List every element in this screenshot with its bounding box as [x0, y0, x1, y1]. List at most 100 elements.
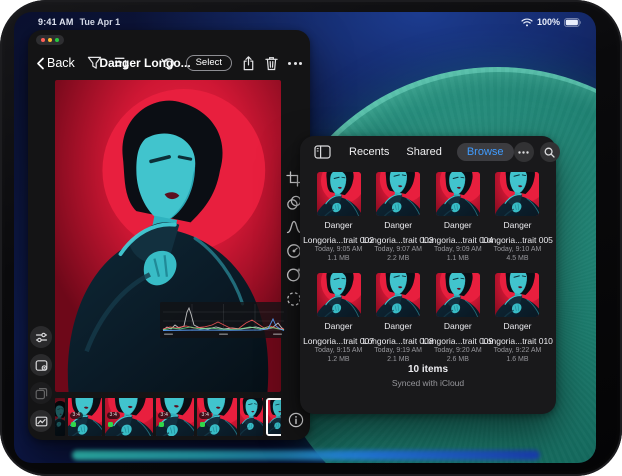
file-date: Today, 9:15 AM [315, 346, 363, 355]
frame-icon [35, 415, 48, 428]
export-preset-button[interactable] [30, 354, 52, 376]
library-button[interactable] [30, 410, 52, 432]
select-button[interactable]: Select [186, 55, 232, 71]
file-size: 2.2 MB [387, 254, 409, 263]
status-bar: 9:41 AM Tue Apr 1 100% [14, 15, 596, 29]
trash-icon [265, 56, 278, 71]
file-item[interactable]: Danger Longoria...trait 009 Today, 9:20 … [429, 273, 486, 364]
tab-shared[interactable]: Shared [404, 143, 443, 161]
back-button[interactable]: Back [36, 56, 75, 70]
file-thumbnail [376, 172, 420, 216]
filmstrip-thumb[interactable] [55, 398, 65, 436]
window-controls[interactable] [36, 35, 64, 45]
window-dot-yellow [48, 38, 52, 42]
info-button[interactable] [288, 412, 304, 428]
file-item[interactable]: Danger Longoria...trait 004 Today, 9:09 … [429, 172, 486, 263]
window-dot-red [41, 38, 45, 42]
edited-badge [108, 422, 113, 427]
auto-adjust-icon [35, 331, 48, 344]
tab-recents[interactable]: Recents [347, 143, 391, 161]
file-item[interactable]: Danger Longoria...trait 007 Today, 9:15 … [310, 273, 367, 364]
file-size: 1.1 MB [327, 254, 349, 263]
file-name-line1: Danger [504, 220, 532, 231]
filmstrip-thumb-selected[interactable] [266, 398, 281, 436]
dot [294, 62, 297, 65]
wallpaper-bottom-glow [72, 450, 540, 460]
file-thumbnail [495, 172, 539, 216]
delete-button[interactable] [265, 56, 278, 71]
edited-badge [159, 422, 164, 427]
window-dot-green [55, 38, 59, 42]
main-photo[interactable] [55, 80, 281, 392]
wifi-icon [521, 18, 533, 27]
sidebar-toggle-button[interactable] [314, 145, 331, 159]
files-window: Recents Shared Browse [300, 136, 556, 414]
tab-browse[interactable]: Browse [457, 143, 514, 161]
filmstrip: 3:4 3:4 3:4 3:4 [55, 398, 281, 436]
histogram-overlay [160, 302, 287, 338]
file-date: Today, 9:10 AM [494, 245, 542, 254]
ellipsis-icon [518, 151, 529, 154]
sync-status: Synced with iCloud [300, 378, 556, 388]
file-date: Today, 9:07 AM [374, 245, 422, 254]
file-size: 4.5 MB [506, 254, 528, 263]
export-icon [35, 359, 48, 372]
aspect-badge: 3:4 [107, 412, 120, 419]
file-name-line1: Danger [504, 321, 532, 332]
file-date: Today, 9:09 AM [434, 245, 482, 254]
aspect-badge: 3:4 [70, 412, 83, 419]
file-name-line2: Longoria...trait 005 [482, 235, 553, 246]
filmstrip-thumb[interactable]: 3:4 [68, 398, 102, 436]
copy-edits-button[interactable] [30, 382, 52, 404]
sidebar-icon [314, 145, 331, 159]
corner-tool-column [30, 326, 52, 432]
portrait-photo-art [55, 80, 281, 392]
files-tabs: Recents Shared Browse [347, 143, 514, 161]
file-item[interactable]: Danger Longoria...trait 008 Today, 9:19 … [370, 273, 427, 364]
more-button[interactable] [288, 62, 302, 65]
file-date: Today, 9:05 AM [315, 245, 363, 254]
dot [288, 62, 291, 65]
edited-badge [200, 422, 205, 427]
aspect-badge: 3:4 [199, 412, 212, 419]
battery-icon [564, 18, 582, 27]
filmstrip-thumb[interactable]: 3:4 [197, 398, 237, 436]
document-title[interactable]: Danger Longo... [99, 48, 190, 78]
file-item[interactable]: Danger Longoria...trait 010 Today, 9:22 … [489, 273, 546, 364]
battery-percent: 100% [537, 17, 560, 27]
filmstrip-thumb[interactable]: 3:4 [105, 398, 153, 436]
file-item[interactable]: Danger Longoria...trait 002 Today, 9:05 … [310, 172, 367, 263]
editor-toolbar: Back Danger Longo... [28, 48, 310, 78]
filmstrip-thumb[interactable] [240, 398, 263, 436]
file-item[interactable]: Danger Longoria...trait 005 Today, 9:10 … [489, 172, 546, 263]
file-thumbnail [317, 172, 361, 216]
back-label: Back [47, 56, 75, 70]
auto-adjust-button[interactable] [30, 326, 52, 348]
files-footer: 10 items Synced with iCloud [300, 364, 556, 388]
share-button[interactable] [242, 56, 255, 71]
file-thumbnail [436, 273, 480, 317]
file-size: 1.6 MB [506, 355, 528, 364]
status-time: 9:41 AM [38, 17, 74, 27]
file-item[interactable]: Danger Longoria...trait 003 Today, 9:07 … [370, 172, 427, 263]
filmstrip-thumb[interactable]: 3:4 [156, 398, 194, 436]
files-more-button[interactable] [514, 142, 534, 162]
file-name-line1: Danger [444, 220, 472, 231]
file-name-line1: Danger [384, 321, 412, 332]
thumb-art [55, 398, 65, 436]
file-thumbnail [317, 273, 361, 317]
file-thumbnail [436, 172, 480, 216]
files-search-button[interactable] [540, 142, 560, 162]
thumb-art [266, 400, 281, 436]
file-size: 2.6 MB [447, 355, 469, 364]
file-size: 2.1 MB [387, 355, 409, 364]
file-name-line1: Danger [384, 220, 412, 231]
file-size: 1.1 MB [447, 254, 469, 263]
file-name-line1: Danger [325, 220, 353, 231]
file-name-line1: Danger [325, 321, 353, 332]
file-name-line2: Longoria...trait 010 [482, 336, 553, 347]
chevron-left-icon [36, 57, 45, 70]
dot [299, 62, 302, 65]
marketing-canvas: 9:41 AM Tue Apr 1 100% [0, 0, 622, 476]
items-count: 10 items [300, 364, 556, 375]
